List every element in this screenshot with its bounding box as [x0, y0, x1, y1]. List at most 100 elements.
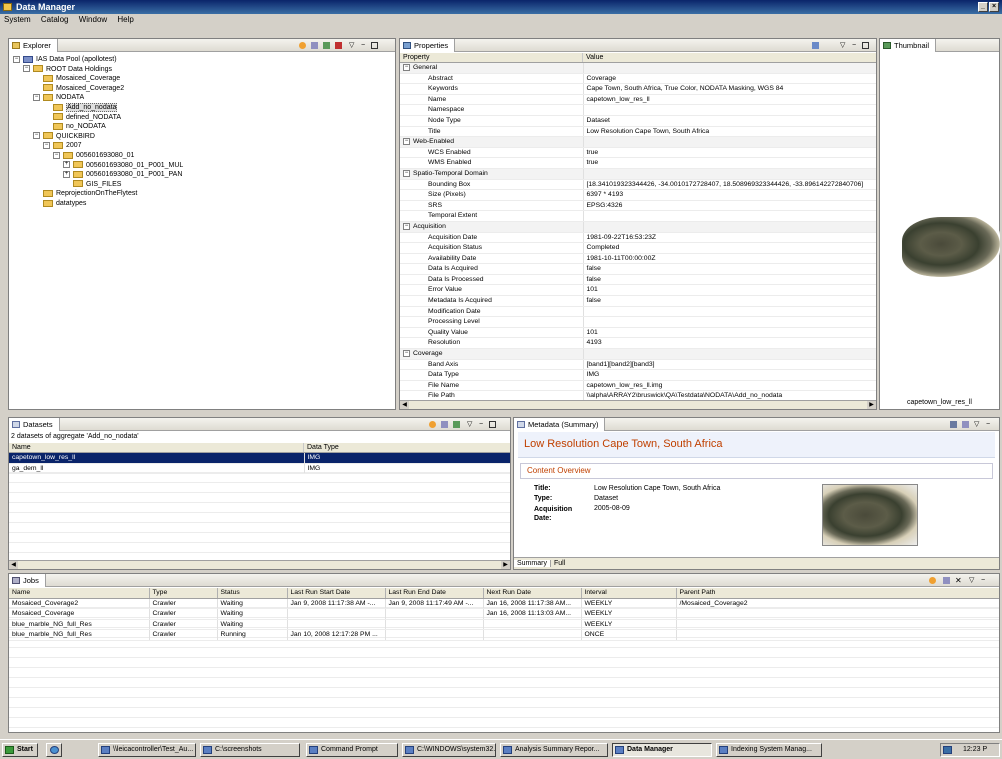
scroll-right-icon[interactable]: ▶: [867, 401, 876, 409]
minimize-button[interactable]: _: [978, 2, 988, 12]
collapse-toggle-icon[interactable]: −: [403, 222, 410, 230]
collapse-toggle-icon[interactable]: −: [403, 63, 410, 71]
column-header[interactable]: Type: [149, 588, 218, 599]
network-icon[interactable]: [943, 746, 952, 754]
property-category[interactable]: − Acquisition: [400, 221, 876, 233]
property-row[interactable]: Node Type Dataset: [400, 115, 876, 127]
properties-horizontal-scrollbar[interactable]: ◀ ▶: [400, 400, 876, 409]
property-row[interactable]: SRS EPSG:4326: [400, 200, 876, 212]
column-header[interactable]: Next Run Date: [483, 588, 582, 599]
collapse-icon[interactable]: [441, 421, 448, 428]
column-header[interactable]: Name: [9, 588, 150, 599]
tab-explorer[interactable]: Explorer: [9, 39, 58, 52]
tree-item[interactable]: Mosaiced_Coverage2: [13, 84, 395, 94]
edit-icon[interactable]: [962, 421, 969, 428]
property-category[interactable]: − Coverage: [400, 348, 876, 360]
property-row[interactable]: Namespace: [400, 104, 876, 116]
minimize-view-icon[interactable]: −: [479, 421, 486, 428]
tree-item[interactable]: +005601693080_01_P001_MUL: [13, 161, 395, 171]
tree-item[interactable]: ReprojectionOnTheFlytest: [13, 189, 395, 199]
view-menu-icon[interactable]: ▽: [969, 577, 976, 584]
collapse-toggle-icon[interactable]: −: [403, 137, 410, 145]
property-row[interactable]: Acquisition Status Completed: [400, 242, 876, 254]
scroll-left-icon[interactable]: ◀: [9, 561, 18, 569]
property-row[interactable]: Data Type IMG: [400, 369, 876, 381]
tree-item[interactable]: datatypes: [13, 199, 395, 209]
collapse-toggle-icon[interactable]: −: [43, 142, 50, 149]
taskbar-item[interactable]: Command Prompt: [306, 743, 398, 757]
property-row[interactable]: Abstract Coverage: [400, 73, 876, 85]
expand-toggle-icon[interactable]: +: [63, 170, 70, 178]
collapse-toggle-icon[interactable]: −: [13, 55, 20, 63]
minimize-view-icon[interactable]: −: [361, 42, 368, 49]
property-row[interactable]: Acquisition Date 1981-09-22T16:53:23Z: [400, 232, 876, 244]
property-row[interactable]: Bounding Box [18.341019323344426, -34.001…: [400, 179, 876, 191]
table-row[interactable]: blue_marble_NG_full_Res Crawler Running Jan…: [9, 629, 999, 641]
property-row[interactable]: Modification Date: [400, 306, 876, 318]
tree-item[interactable]: − IAS Data Pool (apollotest): [13, 55, 395, 65]
maximize-view-icon[interactable]: [371, 42, 378, 49]
maximize-view-icon[interactable]: [862, 42, 869, 49]
collapse-toggle-icon[interactable]: −: [403, 349, 410, 357]
property-row[interactable]: Keywords Cape Town, South Africa, True Co…: [400, 83, 876, 95]
column-header[interactable]: Last Run End Date: [385, 588, 484, 599]
collapse-toggle-icon[interactable]: −: [23, 65, 30, 73]
collapse-toggle-icon[interactable]: −: [33, 94, 40, 102]
tree-item[interactable]: Add_no_nodata: [13, 102, 395, 113]
tree-item[interactable]: defined_NODATA: [13, 113, 395, 123]
refresh-icon[interactable]: [429, 421, 436, 428]
expand-toggle-icon[interactable]: +: [63, 161, 70, 169]
collapse-toggle-icon[interactable]: −: [403, 169, 410, 177]
property-row[interactable]: Resolution 4193: [400, 337, 876, 350]
menu-help[interactable]: Help: [117, 15, 133, 24]
property-row[interactable]: Title Low Resolution Cape Town, South Afr…: [400, 126, 876, 138]
property-category[interactable]: − Spatio-Temporal Domain: [400, 168, 876, 180]
table-row[interactable]: Mosaiced_Coverage Crawler Waiting Jan 16, 2…: [9, 608, 999, 620]
tab-thumbnail[interactable]: Thumbnail: [880, 39, 937, 52]
property-row[interactable]: WMS Enabled true: [400, 157, 876, 169]
scroll-left-icon[interactable]: ◀: [400, 401, 409, 409]
tree-item[interactable]: − ROOT Data Holdings: [13, 65, 395, 75]
property-row[interactable]: Error Value 101: [400, 284, 876, 297]
minimize-view-icon[interactable]: −: [852, 42, 859, 49]
property-row[interactable]: Size (Pixels) 6397 * 4193: [400, 189, 876, 201]
tab-datasets[interactable]: Datasets: [9, 418, 60, 431]
property-row[interactable]: Availability Date 1981-10-11T00:00:00Z: [400, 253, 876, 265]
datasets-horizontal-scrollbar[interactable]: ◀ ▶: [9, 560, 510, 569]
table-row[interactable]: Mosaiced_Coverage2 Crawler Waiting Jan 9, 2…: [9, 598, 999, 610]
property-category[interactable]: − General: [400, 63, 876, 74]
table-row[interactable]: ga_dem_ll IMG: [9, 463, 510, 475]
table-row[interactable]: capetown_low_res_ll IMG: [9, 453, 510, 464]
property-row[interactable]: Processing Level: [400, 316, 876, 328]
start-button[interactable]: Start: [2, 743, 38, 757]
delete-icon[interactable]: [335, 42, 342, 49]
tree-item[interactable]: − 005601693080_01: [13, 151, 395, 161]
property-category[interactable]: − Web-Enabled: [400, 136, 876, 148]
refresh-icon[interactable]: [299, 42, 306, 49]
column-value[interactable]: Value: [583, 53, 873, 62]
property-row[interactable]: Metadata Is Acquired false: [400, 295, 876, 307]
property-row[interactable]: File Path \\alpha\ARRAY2\bruswick\QA\Test…: [400, 390, 876, 400]
refresh-icon[interactable]: [929, 577, 936, 584]
property-row[interactable]: WCS Enabled true: [400, 147, 876, 159]
column-header[interactable]: Parent Path: [676, 588, 999, 599]
tree-item[interactable]: GIS_FILES: [13, 180, 395, 190]
view-menu-icon[interactable]: ▽: [349, 42, 356, 49]
collapse-toggle-icon[interactable]: −: [53, 151, 60, 159]
view-menu-icon[interactable]: ▽: [467, 421, 474, 428]
column-name[interactable]: Name: [9, 443, 304, 452]
collapse-toggle-icon[interactable]: −: [33, 132, 40, 140]
view-menu-icon[interactable]: ▽: [840, 42, 847, 49]
tree-item[interactable]: no_NODATA: [13, 122, 395, 132]
add-icon[interactable]: [323, 42, 330, 49]
taskbar-item[interactable]: \\leicacontroller\Test_Au...: [98, 743, 196, 757]
tree-item[interactable]: Mosaiced_Coverage: [13, 74, 395, 84]
property-row[interactable]: Name capetown_low_res_ll: [400, 94, 876, 106]
add-icon[interactable]: [453, 421, 460, 428]
view-menu-icon[interactable]: ▽: [974, 421, 981, 428]
property-row[interactable]: Data Is Processed false: [400, 274, 876, 286]
property-row[interactable]: Quality Value 101: [400, 327, 876, 339]
menu-window[interactable]: Window: [79, 15, 107, 24]
column-data-type[interactable]: Data Type: [304, 443, 504, 452]
collapse-icon[interactable]: [311, 42, 318, 49]
